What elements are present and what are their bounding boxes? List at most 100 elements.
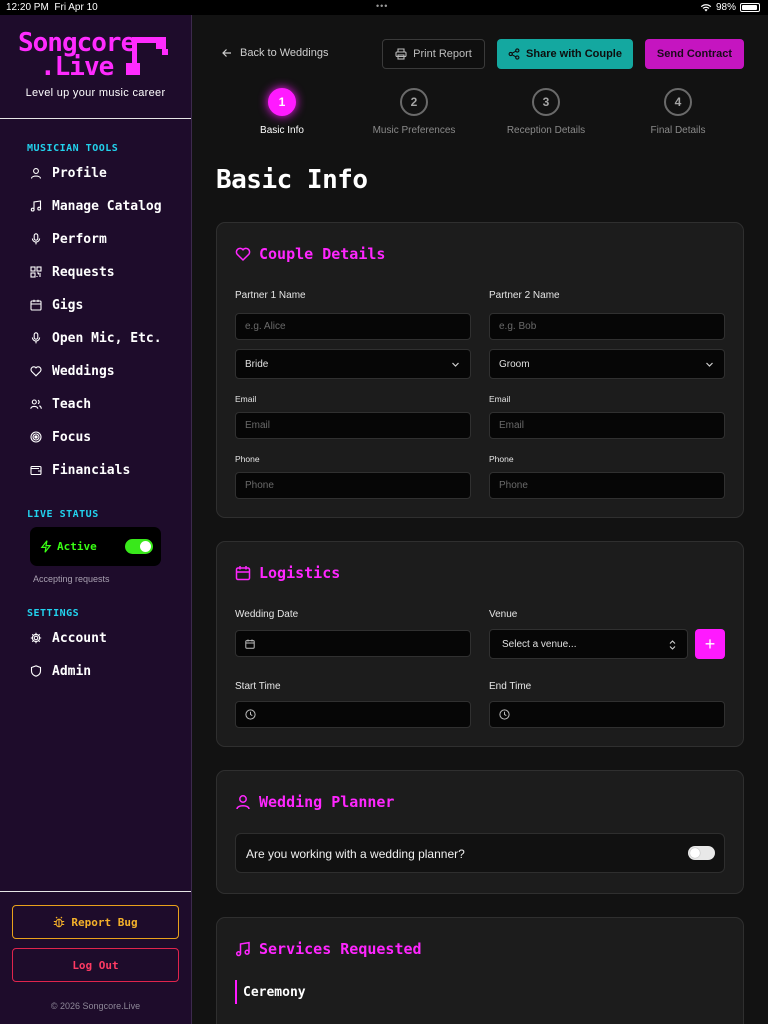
sidebar-item-perform[interactable]: Perform — [30, 227, 180, 251]
card-title-text: Wedding Planner — [259, 793, 395, 811]
main-content: Back to Weddings Print Report Share with… — [192, 15, 768, 1024]
status-bar: 12:20 PM Fri Apr 10 ••• 98% — [0, 0, 768, 15]
partner2-email-input[interactable]: Email — [489, 412, 725, 439]
back-to-weddings-link[interactable]: Back to Weddings — [222, 47, 328, 59]
partner1-name-label: Partner 1 Name — [235, 290, 306, 301]
share-with-couple-button[interactable]: Share with Couple — [497, 39, 633, 69]
accepting-requests-text: Accepting requests — [33, 574, 110, 584]
partner2-phone-input[interactable]: Phone — [489, 472, 725, 499]
card-title-text: Services Requested — [259, 940, 422, 958]
sidebar-item-financials[interactable]: Financials — [30, 458, 180, 482]
partner1-phone-input[interactable]: Phone — [235, 472, 471, 499]
sidebar-item-focus[interactable]: Focus — [30, 425, 180, 449]
partner1-name-input[interactable]: e.g. Alice — [235, 313, 471, 340]
logo[interactable]: Songcore .Live — [18, 30, 136, 80]
services-requested-card: Services Requested Ceremony — [216, 917, 744, 1024]
step-number: 1 — [268, 88, 296, 116]
user-icon — [30, 168, 42, 179]
venue-label: Venue — [489, 609, 518, 620]
wedding-planner-row: Are you working with a wedding planner? — [235, 833, 725, 873]
sidebar-item-label: Teach — [52, 396, 92, 412]
services-requested-title: Services Requested — [235, 940, 422, 958]
sidebar-item-open-mic[interactable]: Open Mic, Etc. — [30, 326, 180, 350]
calendar-icon — [30, 299, 42, 311]
back-label: Back to Weddings — [240, 47, 329, 59]
live-status-toggle[interactable] — [125, 539, 153, 554]
calendar-icon — [235, 566, 251, 581]
sidebar-item-requests[interactable]: Requests — [30, 260, 180, 284]
start-time-label: Start Time — [235, 681, 281, 692]
partner1-role-select[interactable]: Bride — [235, 349, 471, 379]
sidebar-item-manage-catalog[interactable]: Manage Catalog — [30, 194, 180, 218]
send-contract-button[interactable]: Send Contract — [645, 39, 744, 69]
partner2-role-select[interactable]: Groom — [489, 349, 725, 379]
brand-header: Songcore .Live Level up your music caree… — [0, 15, 191, 119]
partner2-phone-label: Phone — [489, 454, 514, 464]
printer-icon — [395, 48, 407, 60]
copyright-text: © 2026 Songcore.Live — [50, 1001, 141, 1011]
live-status-label: Active — [57, 540, 97, 553]
end-time-label: End Time — [489, 681, 532, 692]
end-time-input[interactable] — [489, 701, 725, 728]
add-venue-button[interactable]: + — [695, 629, 725, 659]
partner2-name-label: Partner 2 Name — [489, 290, 560, 301]
multitasking-dots-icon[interactable]: ••• — [376, 1, 388, 11]
logistics-card: Logistics Wedding Date Venue Select a ve… — [216, 541, 744, 747]
partner1-email-input[interactable]: Email — [235, 412, 471, 439]
step-reception-details[interactable]: 3 Reception Details — [486, 88, 606, 136]
partner1-email-label: Email — [235, 394, 257, 404]
users-icon — [30, 399, 42, 409]
shield-icon — [30, 665, 42, 677]
wedding-date-input[interactable] — [235, 630, 471, 657]
report-bug-label: Report Bug — [71, 915, 138, 929]
qr-code-icon — [30, 266, 42, 278]
sidebar-item-label: Financials — [52, 462, 131, 478]
sidebar-item-weddings[interactable]: Weddings — [30, 359, 180, 383]
clock-icon — [245, 709, 256, 720]
wedding-date-label: Wedding Date — [235, 609, 299, 620]
wallet-icon — [30, 465, 42, 476]
card-title-text: Logistics — [259, 564, 341, 582]
sidebar-footer: Report Bug Log Out © 2026 Songcore.Live — [0, 891, 191, 1024]
share-label: Share with Couple — [526, 48, 622, 60]
step-number: 4 — [664, 88, 692, 116]
battery-percent: 98% — [715, 2, 736, 13]
partner2-role-value: Groom — [499, 358, 530, 370]
live-status-heading: LIVE STATUS — [27, 509, 99, 520]
bug-icon — [54, 916, 65, 928]
tagline: Level up your music career — [25, 87, 166, 99]
music-note-icon — [235, 941, 250, 957]
sidebar-item-gigs[interactable]: Gigs — [30, 293, 180, 317]
sidebar-item-teach[interactable]: Teach — [30, 392, 180, 416]
venue-select[interactable]: Select a venue... — [489, 629, 688, 659]
sidebar-item-label: Account — [52, 630, 107, 646]
step-music-preferences[interactable]: 2 Music Preferences — [354, 88, 474, 136]
sidebar-item-admin[interactable]: Admin — [30, 659, 180, 683]
step-final-details[interactable]: 4 Final Details — [618, 88, 738, 136]
step-label: Basic Info — [260, 125, 304, 136]
live-status-card: Active — [30, 527, 161, 566]
partner2-name-input[interactable]: e.g. Bob — [489, 313, 725, 340]
partner1-role-value: Bride — [245, 358, 269, 370]
sidebar-item-profile[interactable]: Profile — [30, 161, 180, 185]
print-report-button[interactable]: Print Report — [382, 39, 485, 69]
page-title: Basic Info — [216, 165, 368, 195]
chevron-up-down-icon — [669, 640, 676, 650]
gear-icon — [30, 632, 42, 644]
music-note-icon — [30, 200, 42, 212]
report-bug-button[interactable]: Report Bug — [12, 905, 179, 939]
start-time-input[interactable] — [235, 701, 471, 728]
sidebar-item-label: Admin — [52, 663, 92, 679]
card-title-text: Couple Details — [259, 245, 386, 263]
log-out-button[interactable]: Log Out — [12, 948, 179, 982]
sidebar-item-label: Focus — [52, 429, 92, 445]
sidebar-item-label: Open Mic, Etc. — [52, 330, 162, 346]
sidebar-item-label: Gigs — [52, 297, 84, 313]
wedding-planner-toggle[interactable] — [688, 846, 715, 860]
sidebar-item-account[interactable]: Account — [30, 626, 180, 650]
sidebar-item-label: Weddings — [52, 363, 115, 379]
venue-select-value: Select a venue... — [502, 638, 577, 650]
status-right: 98% — [700, 2, 760, 13]
settings-heading: SETTINGS — [27, 608, 80, 619]
step-basic-info[interactable]: 1 Basic Info — [222, 88, 342, 136]
